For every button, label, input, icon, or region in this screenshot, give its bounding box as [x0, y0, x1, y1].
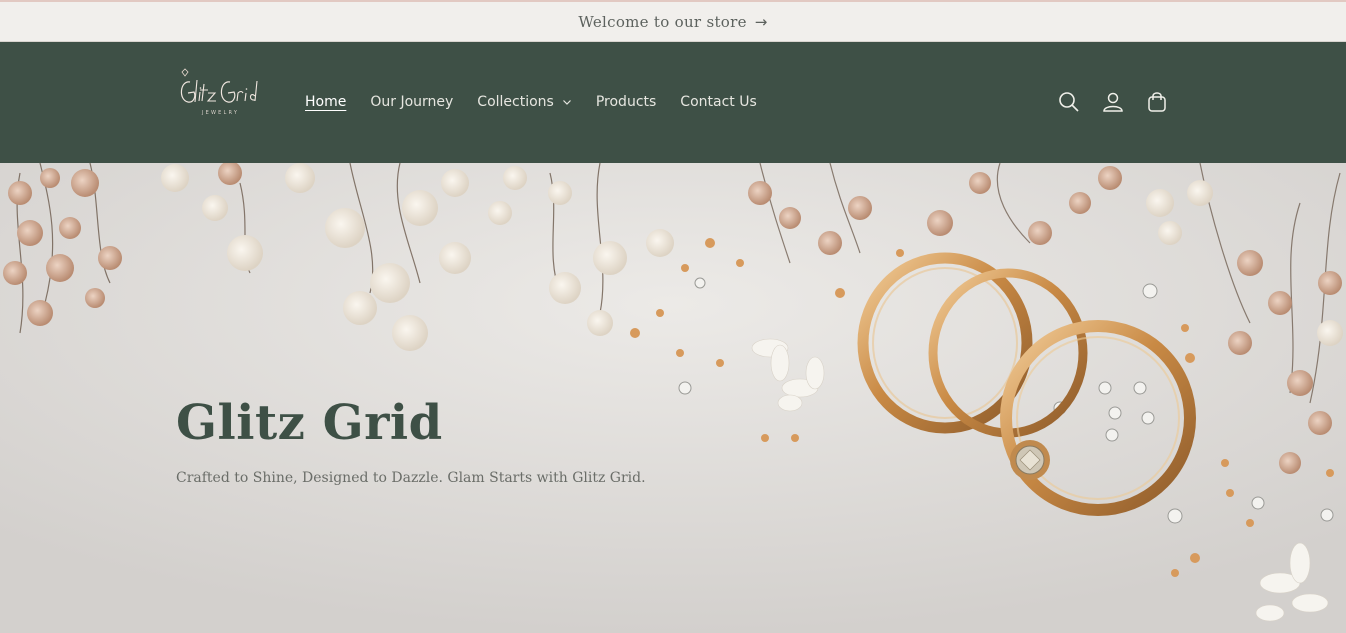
account-icon[interactable]: [1101, 90, 1125, 114]
announcement-bar[interactable]: Welcome to our store →: [0, 0, 1346, 42]
cart-icon[interactable]: [1145, 90, 1169, 114]
search-icon[interactable]: [1057, 90, 1081, 114]
nav-home[interactable]: Home: [305, 94, 346, 110]
main-nav: Home Our Journey Collections Products Co…: [305, 94, 781, 110]
hero-banner: Glitz Grid Crafted to Shine, Designed to…: [0, 163, 1346, 633]
nav-collections-label: Collections: [477, 94, 554, 110]
hero-subtitle: Crafted to Shine, Designed to Dazzle. Gl…: [176, 470, 646, 486]
hero-title: Glitz Grid: [176, 395, 443, 451]
logo-mark: JEWELRY: [180, 68, 258, 116]
nav-our-journey[interactable]: Our Journey: [370, 94, 453, 110]
logo-subtext: JEWELRY: [201, 110, 239, 116]
header-icons: [1057, 90, 1169, 114]
logo[interactable]: JEWELRY: [176, 68, 268, 124]
announcement-text[interactable]: Welcome to our store: [578, 13, 746, 31]
chevron-down-icon: [562, 100, 571, 105]
arrow-right-icon[interactable]: →: [755, 13, 768, 31]
nav-contact-us[interactable]: Contact Us: [680, 94, 756, 110]
site-header: JEWELRY Home Our Journey Collections Pro…: [0, 42, 1346, 163]
nav-collections[interactable]: Collections: [477, 94, 572, 110]
nav-products[interactable]: Products: [596, 94, 656, 110]
